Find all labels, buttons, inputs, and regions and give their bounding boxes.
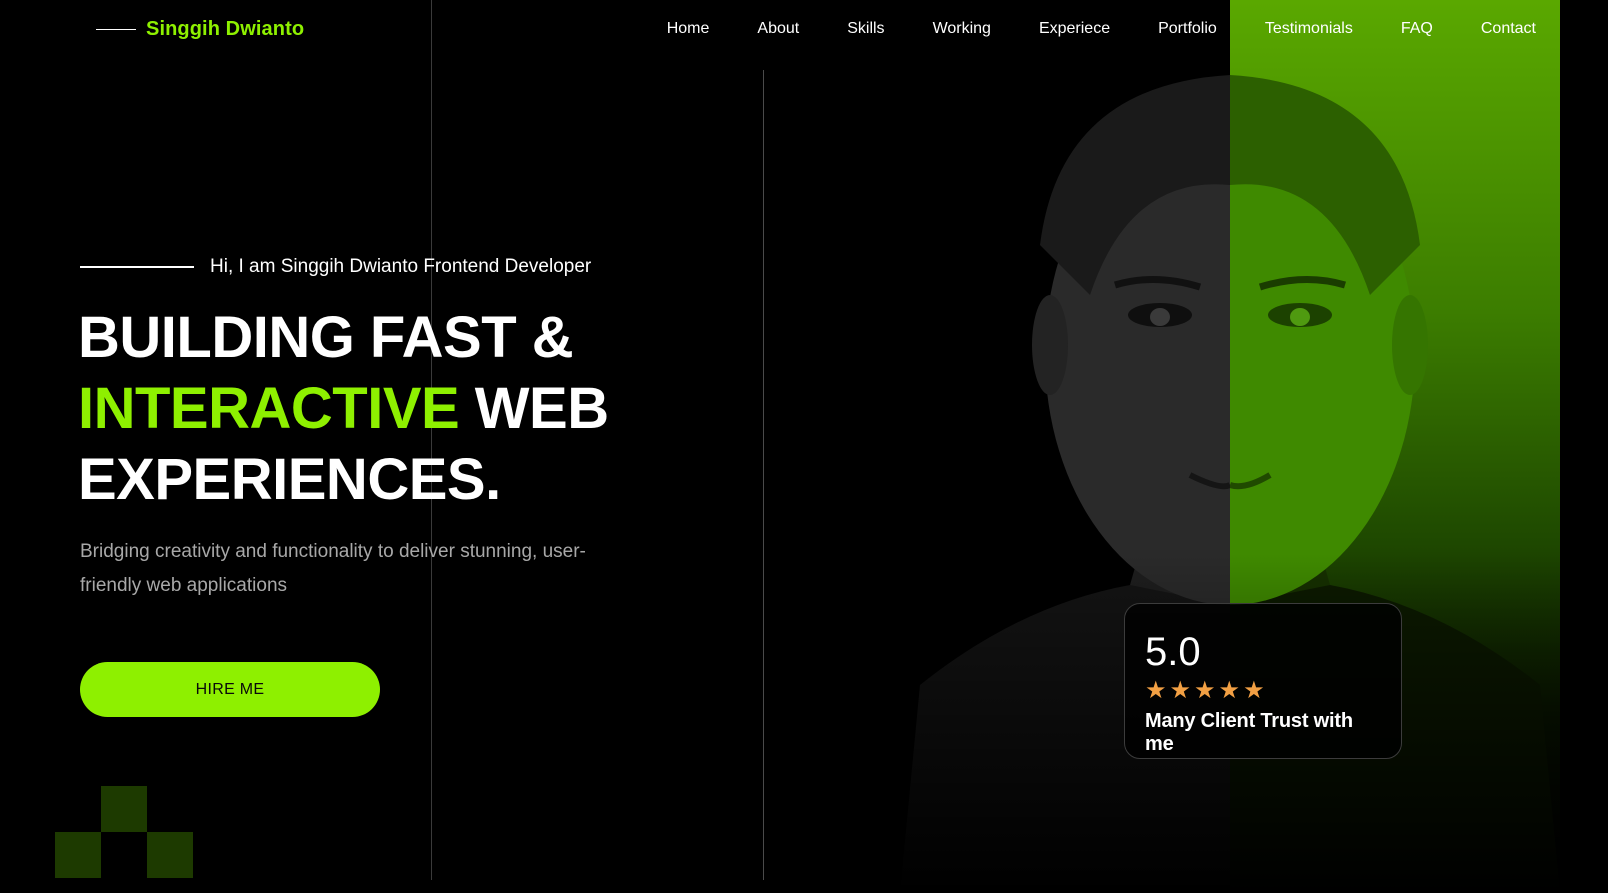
page: Singgih Dwianto Home About Skills Workin… <box>0 0 1608 893</box>
star-icon: ★ <box>1243 677 1265 704</box>
rating-caption: Many Client Trust with me <box>1145 710 1353 755</box>
brand-name: Singgih Dwianto <box>146 18 305 40</box>
guide-line-center <box>763 70 764 880</box>
star-icon: ★ <box>1145 677 1167 704</box>
headline-line-1: BUILDING FAST & <box>78 305 574 370</box>
star-icon: ★ <box>1218 677 1241 704</box>
headline-accent: INTERACTIVE <box>78 376 460 441</box>
rating-score: 5.0 <box>1145 630 1201 674</box>
rating-card: 5.0 ★ ★ ★ ★ ★ Many Client Trust with me <box>1124 603 1402 759</box>
nav-item-working[interactable]: Working <box>909 0 1015 58</box>
nav-item-faq[interactable]: FAQ <box>1377 0 1457 58</box>
intro-line-decor <box>80 266 194 268</box>
hero-headline: BUILDING FAST & INTERACTIVE WEB EXPERIEN… <box>78 302 609 515</box>
hero-intro: Hi, I am Singgih Dwianto Frontend Develo… <box>80 256 591 278</box>
pixel-decor <box>55 832 101 878</box>
star-icon: ★ <box>1169 677 1192 704</box>
star-icon: ★ <box>1194 677 1216 704</box>
nav-item-experience[interactable]: Experiece <box>1015 0 1134 58</box>
hero-subtitle: Bridging creativity and functionality to… <box>80 541 586 596</box>
headline-line-2-rest: WEB <box>459 376 609 441</box>
pixel-decor <box>101 786 147 832</box>
rating-stars: ★ ★ ★ ★ ★ <box>1145 678 1381 704</box>
headline-line-3: EXPERIENCES. <box>78 447 501 512</box>
brand-line-decor <box>96 28 136 31</box>
brand-logo[interactable]: Singgih Dwianto <box>96 18 304 41</box>
hire-me-button[interactable]: HIRE ME <box>80 662 380 717</box>
nav-item-portfolio[interactable]: Portfolio <box>1134 0 1241 58</box>
nav-item-home[interactable]: Home <box>643 0 734 58</box>
intro-text: Hi, I am Singgih Dwianto Frontend Develo… <box>210 256 592 277</box>
nav-item-testimonials[interactable]: Testimonials <box>1241 0 1377 58</box>
nav-item-skills[interactable]: Skills <box>823 0 908 58</box>
nav-item-contact[interactable]: Contact <box>1457 0 1560 58</box>
portrait-image <box>900 45 1560 893</box>
pixel-decor <box>147 832 193 878</box>
nav-item-about[interactable]: About <box>733 0 823 58</box>
main-nav: Home About Skills Working Experiece Port… <box>643 0 1560 58</box>
